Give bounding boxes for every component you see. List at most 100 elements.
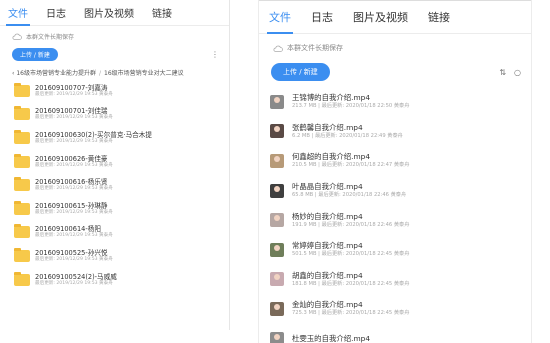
folder-icon [14,247,30,262]
folder-icon [14,177,30,192]
right-tab-media[interactable]: 图片及视频 [353,9,408,33]
more-icon[interactable]: ⋮ [211,50,219,59]
right-tab-links[interactable]: 链接 [428,9,450,33]
video-file-row[interactable]: 胡鑫的自我介绍.mp4 181.8 MB | 最后更新: 2020/01/18 2… [259,265,531,295]
folder-meta: 最后更新: 2019/12/29 19:53 黄泰舟 [35,209,113,215]
folder-name: 201609100616-杨乐贤 [35,178,108,187]
folder-icon [14,200,30,215]
left-tab-log[interactable]: 日志 [46,5,66,25]
video-text: 张鹤馨自我介绍.mp4 6.2 MB | 最后更新: 2020/01/18 22:… [292,123,403,140]
folder-name: 201609100524(2)-马威威 [35,272,117,281]
video-text: 王锦博的自我介绍.mp4 213.7 MB | 最后更新: 2020/01/18 … [292,93,409,110]
left-panel: 文件 日志 图片及视频 链接 本群文件长期保存 上传 / 新建 ⋮ ‹ 16级市… [0,0,230,330]
folder-name: 201609100707-刘嘉涛 [35,83,108,92]
right-panel: 文件 日志 图片及视频 链接 本群文件长期保存 上传 / 新建 ⇅ ○ 王锦博的… [258,0,532,343]
file-list: 王锦博的自我介绍.mp4 213.7 MB | 最后更新: 2020/01/18 … [259,81,531,343]
video-meta: 181.8 MB | 最后更新: 2020/01/18 22:45 黄泰舟 [292,280,410,287]
folder-name: 201609100525-孙兴悦 [35,248,108,257]
video-thumbnail [270,242,284,257]
folder-row[interactable]: 201609100616-杨乐贤 最后更新: 2019/12/29 19:53 黄… [0,173,229,197]
breadcrumb-item-current: 16级市场营销专业对大二建议 [104,70,184,77]
video-text: 常婷婷自我介绍.mp4 501.5 MB | 最后更新: 2020/01/18 2… [292,241,409,258]
folder-icon [14,153,30,168]
video-file-row[interactable]: 王锦博的自我介绍.mp4 213.7 MB | 最后更新: 2020/01/18 … [259,87,531,117]
folder-meta: 最后更新: 2019/12/29 19:53 黄泰舟 [35,186,113,192]
folder-text: 201609100707-刘嘉涛 最后更新: 2019/12/29 19:53 黄… [35,84,113,98]
left-upload-button[interactable]: 上传 / 新建 [12,47,58,61]
back-chevron-icon[interactable]: ‹ [12,70,14,77]
folder-icon [14,271,30,286]
left-toolbar: 上传 / 新建 ⋮ [0,45,229,61]
right-tab-files[interactable]: 文件 [267,9,293,34]
video-file-row[interactable]: 叶晶晶自我介绍.mp4 65.8 MB | 最后更新: 2020/01/18 22… [259,176,531,206]
video-thumbnail [270,183,284,198]
video-meta: 210.5 MB | 最后更新: 2020/01/18 22:47 黄泰舟 [292,162,410,169]
folder-meta: 最后更新: 2019/12/29 19:53 黄泰舟 [35,115,113,121]
folder-row[interactable]: 201609100630(2)-买尔普克·马合木提 最后更新: 2019/12/2… [0,126,229,150]
video-file-row[interactable]: 杜雯玉的自我介绍.mp4 [259,324,531,343]
folder-row[interactable]: 201609100524(2)-马威威 最后更新: 2019/12/29 19:5… [0,268,229,292]
video-file-row[interactable]: 杨妙的自我介绍.mp4 191.9 MB | 最后更新: 2020/01/18 2… [259,205,531,235]
folder-icon [14,129,30,144]
folder-text: 201609100630(2)-买尔普克·马合木提 最后更新: 2019/12/2… [35,131,152,145]
folder-row[interactable]: 201609100707-刘嘉涛 最后更新: 2019/12/29 19:53 黄… [0,79,229,103]
breadcrumb: ‹ 16级市场营销专业能力提升群/16级市场营销专业对大二建议 [0,61,229,79]
video-thumbnail [270,124,284,139]
folder-text: 201609100524(2)-马威威 最后更新: 2019/12/29 19:5… [35,273,117,287]
video-meta: 191.9 MB | 最后更新: 2020/01/18 22:46 黄泰舟 [292,221,410,228]
right-storage-notice: 本群文件长期保存 [259,34,531,59]
right-tab-log[interactable]: 日志 [311,9,333,33]
folder-row[interactable]: 201609100525-孙兴悦 最后更新: 2019/12/29 19:53 黄… [0,244,229,268]
folder-row[interactable]: 201609100626-黄佳豪 最后更新: 2019/12/29 19:53 黄… [0,150,229,174]
video-file-row[interactable]: 张鹤馨自我介绍.mp4 6.2 MB | 最后更新: 2020/01/18 22:… [259,117,531,147]
folder-meta: 最后更新: 2019/12/29 19:53 黄泰舟 [35,280,113,286]
video-meta: 6.2 MB | 最后更新: 2020/01/18 22:49 黄泰舟 [292,132,403,139]
left-tab-links[interactable]: 链接 [152,5,172,25]
right-tab-bar: 文件 日志 图片及视频 链接 [259,0,531,34]
folder-meta: 最后更新: 2019/12/29 19:53 黄泰舟 [35,91,113,97]
folder-meta: 最后更新: 2019/12/29 19:53 黄泰舟 [35,233,113,239]
right-toolbar: 上传 / 新建 ⇅ ○ [259,59,531,81]
folder-text: 201609100701-刘佳瑞 最后更新: 2019/12/29 19:53 黄… [35,107,113,121]
folder-text: 201609100615-孙琳静 最后更新: 2019/12/29 19:53 黄… [35,202,113,216]
right-upload-button[interactable]: 上传 / 新建 [271,63,330,81]
video-name: 何鑫超的自我介绍.mp4 [292,152,371,162]
video-text: 金灿的自我介绍.mp4 725.3 MB | 最后更新: 2020/01/18 2… [292,300,409,317]
folder-meta: 最后更新: 2019/12/29 19:53 黄泰舟 [35,138,113,144]
video-file-row[interactable]: 金灿的自我介绍.mp4 725.3 MB | 最后更新: 2020/01/18 2… [259,294,531,324]
left-tab-files[interactable]: 文件 [6,5,30,26]
folder-row[interactable]: 201609100614-杨阳 最后更新: 2019/12/29 19:53 黄泰… [0,221,229,245]
cloud-icon [273,45,283,52]
left-storage-notice: 本群文件长期保存 [0,26,229,45]
folder-row[interactable]: 201609100701-刘佳瑞 最后更新: 2019/12/29 19:53 黄… [0,103,229,127]
folder-row[interactable]: 201609100615-孙琳静 最后更新: 2019/12/29 19:53 黄… [0,197,229,221]
video-name: 叶晶晶自我介绍.mp4 [292,182,363,192]
video-thumbnail [270,94,284,109]
video-meta: 501.5 MB | 最后更新: 2020/01/18 22:45 黄泰舟 [292,251,410,258]
video-meta: 65.8 MB | 最后更新: 2020/01/18 22:46 黄泰舟 [292,192,407,199]
sort-icon[interactable]: ⇅ [499,68,506,77]
folder-list: 201609100707-刘嘉涛 最后更新: 2019/12/29 19:53 黄… [0,79,229,291]
video-name: 张鹤馨自我介绍.mp4 [292,122,363,132]
video-thumbnail [270,272,284,287]
video-thumbnail [270,153,284,168]
video-thumbnail [270,213,284,228]
video-file-row[interactable]: 何鑫超的自我介绍.mp4 210.5 MB | 最后更新: 2020/01/18 … [259,146,531,176]
folder-text: 201609100626-黄佳豪 最后更新: 2019/12/29 19:53 黄… [35,155,113,169]
video-meta: 213.7 MB | 最后更新: 2020/01/18 22:50 黄泰舟 [292,103,410,110]
video-text: 叶晶晶自我介绍.mp4 65.8 MB | 最后更新: 2020/01/18 22… [292,182,406,199]
video-name: 王锦博的自我介绍.mp4 [292,93,371,103]
video-name: 杜雯玉的自我介绍.mp4 [292,333,371,343]
folder-icon [14,82,30,97]
video-name: 常婷婷自我介绍.mp4 [292,241,363,251]
video-name: 杨妙的自我介绍.mp4 [292,211,363,221]
left-notice-text: 本群文件长期保存 [26,34,75,41]
video-name: 胡鑫的自我介绍.mp4 [292,270,363,280]
left-tab-media[interactable]: 图片及视频 [84,5,134,25]
breadcrumb-item-group[interactable]: 16级市场营销专业能力提升群 [16,70,96,77]
folder-name: 201609100615-孙琳静 [35,201,108,210]
search-icon[interactable]: ○ [514,68,521,77]
folder-name: 201609100626-黄佳豪 [35,154,108,163]
breadcrumb-separator: / [98,70,101,77]
video-file-row[interactable]: 常婷婷自我介绍.mp4 501.5 MB | 最后更新: 2020/01/18 2… [259,235,531,265]
